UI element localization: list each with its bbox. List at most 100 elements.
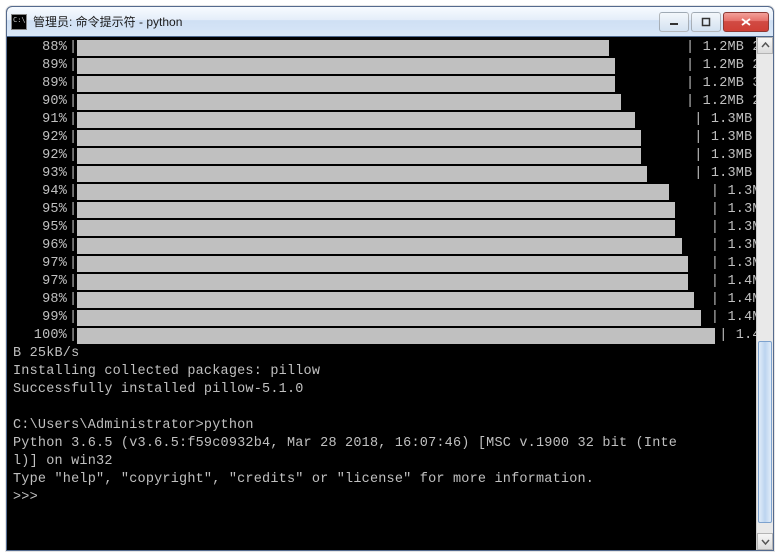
progress-bar [77,328,715,344]
cmd-window: 管理员: 命令提示符 - python 88%|| 1.2MB 2789%|| … [6,6,774,551]
progress-percent: 97% [13,255,69,273]
progress-bar [77,202,707,218]
speed-line: B 25kB/s [13,345,769,363]
bar-open-bracket: | [69,147,77,165]
progress-bar-fill [77,112,635,128]
progress-percent: 94% [13,183,69,201]
progress-row: 97%|| 1.3MB [13,255,769,273]
progress-percent: 89% [13,57,69,75]
close-button[interactable] [723,12,769,32]
progress-row: 91%|| 1.3MB 3 [13,111,769,129]
progress-row: 89%|| 1.2MB 31 [13,75,769,93]
progress-percent: 89% [13,75,69,93]
progress-row: 100%|| 1.4M [13,327,769,345]
progress-bar-fill [77,238,682,254]
vertical-scrollbar[interactable] [756,37,773,550]
bar-open-bracket: | [69,75,77,93]
maximize-icon [701,17,711,27]
progress-row: 90%|| 1.2MB 29 [13,93,769,111]
progress-bar [77,130,690,146]
progress-bar-fill [77,274,688,290]
progress-bar [77,112,690,128]
progress-bar [77,58,682,74]
progress-bar-fill [77,58,615,74]
cmd-icon [11,14,27,30]
bar-open-bracket: | [69,291,77,309]
bar-open-bracket: | [69,327,77,345]
scroll-down-button[interactable] [757,533,773,550]
bar-open-bracket: | [69,201,77,219]
progress-percent: 90% [13,93,69,111]
progress-bar [77,166,690,182]
bar-open-bracket: | [69,165,77,183]
bar-open-bracket: | [69,111,77,129]
chevron-up-icon [761,41,770,50]
progress-percent: 100% [13,327,69,345]
bar-open-bracket: | [69,93,77,111]
bar-open-bracket: | [69,39,77,57]
progress-row: 98%|| 1.4MB [13,291,769,309]
progress-bar-fill [77,166,647,182]
bar-open-bracket: | [69,255,77,273]
prompt-line: C:\Users\Administrator>python [13,417,769,435]
python-version-line-2: l)] on win32 [13,453,769,471]
progress-bar [77,40,682,56]
progress-bar-fill [77,256,688,272]
progress-row: 99%|| 1.4MB [13,309,769,327]
progress-bar [77,256,707,272]
python-repl-prompt: >>> [13,489,769,507]
progress-bar-fill [77,76,615,92]
progress-percent: 91% [13,111,69,129]
window-buttons [659,12,769,32]
progress-bar-fill [77,148,641,164]
progress-percent: 95% [13,219,69,237]
bar-open-bracket: | [69,57,77,75]
progress-row: 89%|| 1.2MB 20 [13,57,769,75]
minimize-button[interactable] [659,12,689,32]
progress-row: 93%|| 1.3MB 2 [13,165,769,183]
progress-row: 88%|| 1.2MB 27 [13,39,769,57]
progress-bar [77,310,707,326]
progress-percent: 95% [13,201,69,219]
progress-row: 96%|| 1.3MB [13,237,769,255]
progress-bar [77,292,707,308]
progress-bar [77,148,690,164]
progress-row: 95%|| 1.3MB [13,219,769,237]
progress-percent: 92% [13,129,69,147]
progress-bar-fill [77,220,675,236]
success-line: Successfully installed pillow-5.1.0 [13,381,769,399]
progress-percent: 97% [13,273,69,291]
progress-percent: 96% [13,237,69,255]
titlebar[interactable]: 管理员: 命令提示符 - python [7,7,773,37]
progress-bar-fill [77,40,609,56]
progress-bar [77,184,707,200]
progress-row: 95%|| 1.3MB [13,201,769,219]
maximize-button[interactable] [691,12,721,32]
progress-percent: 92% [13,147,69,165]
terminal-output[interactable]: 88%|| 1.2MB 2789%|| 1.2MB 2089%|| 1.2MB … [7,37,773,550]
progress-row: 97%|| 1.4MB [13,273,769,291]
scroll-up-button[interactable] [757,37,773,54]
progress-bar-fill [77,292,694,308]
progress-percent: 88% [13,39,69,57]
progress-bar [77,220,707,236]
window-title: 管理员: 命令提示符 - python [33,13,659,30]
progress-row: 94%|| 1.3MB [13,183,769,201]
progress-bar-fill [77,328,715,344]
installing-line: Installing collected packages: pillow [13,363,769,381]
progress-bar-fill [77,184,669,200]
scroll-thumb[interactable] [758,341,772,523]
bar-open-bracket: | [69,129,77,147]
python-version-line: Python 3.6.5 (v3.6.5:f59c0932b4, Mar 28 … [13,435,769,453]
progress-bar-fill [77,310,701,326]
progress-bar-fill [77,94,621,110]
progress-percent: 98% [13,291,69,309]
scroll-track[interactable] [757,54,773,533]
download-progress-block: 88%|| 1.2MB 2789%|| 1.2MB 2089%|| 1.2MB … [13,39,769,345]
chevron-down-icon [761,537,770,546]
minimize-icon [669,17,679,27]
bar-open-bracket: | [69,183,77,201]
progress-row: 92%|| 1.3MB 2 [13,147,769,165]
bar-open-bracket: | [69,309,77,327]
python-help-line: Type "help", "copyright", "credits" or "… [13,471,769,489]
